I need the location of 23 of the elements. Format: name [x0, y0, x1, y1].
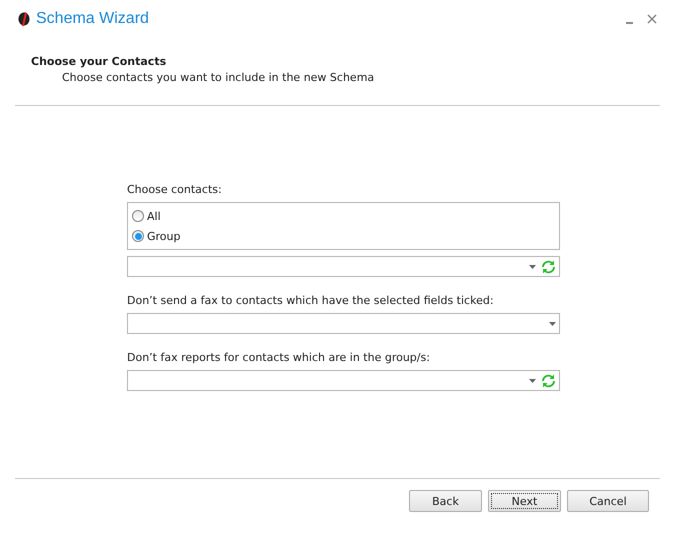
dropdown-field[interactable] — [127, 313, 560, 334]
field-label: Don’t fax reports for contacts which are in the group/s: — [127, 351, 431, 364]
refresh-icon[interactable] — [541, 374, 556, 388]
radio-option[interactable]: Group — [132, 228, 180, 244]
caret-icon — [549, 322, 556, 326]
dropdown-field[interactable] — [127, 370, 560, 391]
radio-icon[interactable] — [132, 210, 144, 222]
wizard-button[interactable]: Cancel — [567, 490, 649, 512]
field-label: Don’t send a fax to contacts which have the selected fields ticked: — [127, 294, 495, 307]
radio-option[interactable]: All — [132, 208, 161, 224]
page-subtitle: Choose contacts you want to include in the new Schema — [62, 71, 376, 84]
page-title: Choose your Contacts — [31, 55, 168, 68]
app-logo-icon — [18, 12, 30, 26]
field-label: Choose contacts: — [127, 183, 223, 196]
caret-icon — [529, 378, 536, 382]
radio-icon[interactable] — [132, 230, 144, 242]
wizard-button[interactable]: Back — [409, 490, 482, 512]
window-title: Schema Wizard — [36, 10, 149, 28]
caret-icon — [529, 264, 536, 268]
wizard-button[interactable]: Next — [488, 490, 561, 512]
dropdown-field[interactable] — [127, 256, 560, 277]
refresh-icon[interactable] — [541, 260, 556, 274]
close-icon[interactable] — [646, 13, 658, 25]
